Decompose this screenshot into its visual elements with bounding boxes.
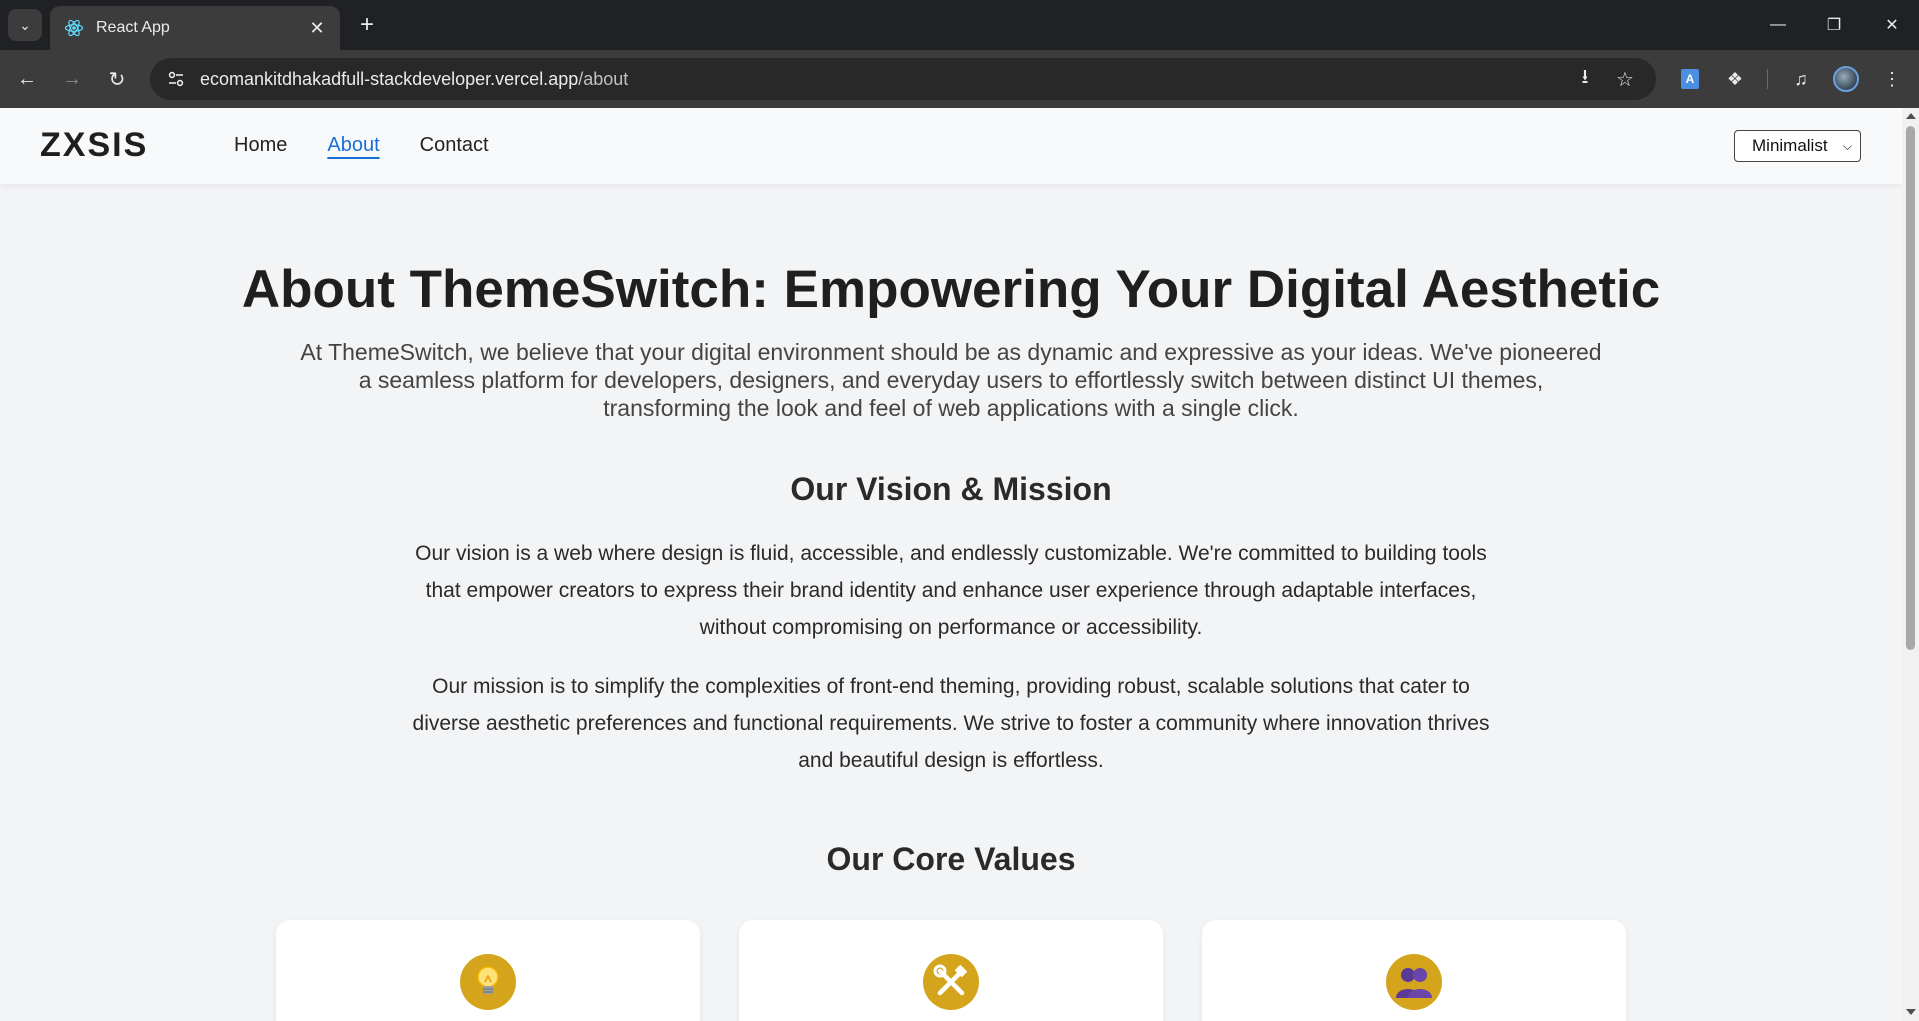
browser-tabstrip: ⌄ React App ✕ + — ❐ ✕ (0, 0, 1919, 50)
vision-section-title: Our Vision & Mission (790, 471, 1112, 507)
reload-icon[interactable]: ↻ (102, 64, 132, 94)
back-arrow-icon[interactable]: ← (12, 64, 42, 94)
chevron-down-icon: ⌵ (1842, 138, 1852, 153)
community-icon (1386, 954, 1442, 1010)
address-bar[interactable]: ecomankitdhakadfull-stackdeveloper.verce… (150, 58, 1656, 100)
close-tab-icon[interactable]: ✕ (306, 18, 328, 39)
scroll-down-arrow-icon[interactable] (1906, 1009, 1916, 1015)
forward-arrow-icon[interactable]: → (57, 64, 87, 94)
bookmark-star-icon[interactable]: ☆ (1612, 66, 1638, 92)
site-header: ZXSIS Home About Contact Minimalist ⌵ (0, 108, 1902, 184)
close-window-button[interactable]: ✕ (1872, 8, 1912, 42)
install-app-icon[interactable]: ⭳ (1572, 66, 1598, 92)
url-host: ecomankitdhakadfull-stackdeveloper.verce… (200, 68, 579, 89)
site-info-icon[interactable] (156, 58, 196, 100)
url-text: ecomankitdhakadfull-stackdeveloper.verce… (200, 69, 628, 90)
minimize-window-button[interactable]: — (1758, 8, 1798, 42)
value-card (739, 920, 1163, 1021)
extensions-puzzle-icon[interactable]: ❖ (1720, 64, 1750, 94)
tab-title: React App (96, 19, 170, 36)
extension-translate-icon[interactable]: A (1675, 64, 1705, 94)
value-card (276, 920, 700, 1021)
browser-menu-icon[interactable]: ⋮ (1877, 64, 1907, 94)
profile-avatar[interactable] (1831, 64, 1861, 94)
media-controls-icon[interactable]: ♫ (1786, 64, 1816, 94)
react-logo-icon (64, 18, 84, 38)
value-card (1202, 920, 1626, 1021)
vision-paragraph: Our vision is a web where design is flui… (415, 542, 1487, 639)
page-scrollbar[interactable] (1902, 108, 1919, 1021)
hero-description: At ThemeSwitch, we believe that your dig… (300, 339, 1602, 421)
toolbar-divider (1767, 69, 1768, 89)
nav-link-home[interactable]: Home (234, 134, 287, 157)
tab-search-button[interactable]: ⌄ (8, 9, 42, 41)
tools-icon (923, 954, 979, 1010)
browser-toolbar: ← → ↻ ecomankitdhakadfull-stackdeveloper… (0, 50, 1919, 108)
scroll-up-arrow-icon[interactable] (1906, 113, 1916, 119)
nav-link-about[interactable]: About (327, 134, 379, 157)
scrollbar-thumb[interactable] (1906, 126, 1915, 650)
values-section-title: Our Core Values (826, 841, 1076, 877)
url-path: /about (578, 68, 629, 89)
page-title: About ThemeSwitch: Empowering Your Digit… (241, 260, 1661, 319)
new-tab-button[interactable]: + (352, 10, 382, 40)
restore-window-button[interactable]: ❐ (1814, 8, 1854, 42)
theme-select-value: Minimalist (1752, 136, 1828, 155)
web-page: ZXSIS Home About Contact Minimalist ⌵ Ab… (0, 108, 1902, 1021)
nav-link-contact[interactable]: Contact (420, 134, 489, 157)
theme-select[interactable]: Minimalist ⌵ (1734, 130, 1861, 162)
site-nav: Home About Contact (234, 134, 489, 157)
browser-tab-active[interactable]: React App ✕ (50, 6, 340, 50)
site-logo[interactable]: ZXSIS (40, 126, 148, 165)
chevron-down-icon: ⌄ (19, 16, 31, 33)
mission-paragraph: Our mission is to simplify the complexit… (412, 675, 1490, 772)
lightbulb-icon (460, 954, 516, 1010)
